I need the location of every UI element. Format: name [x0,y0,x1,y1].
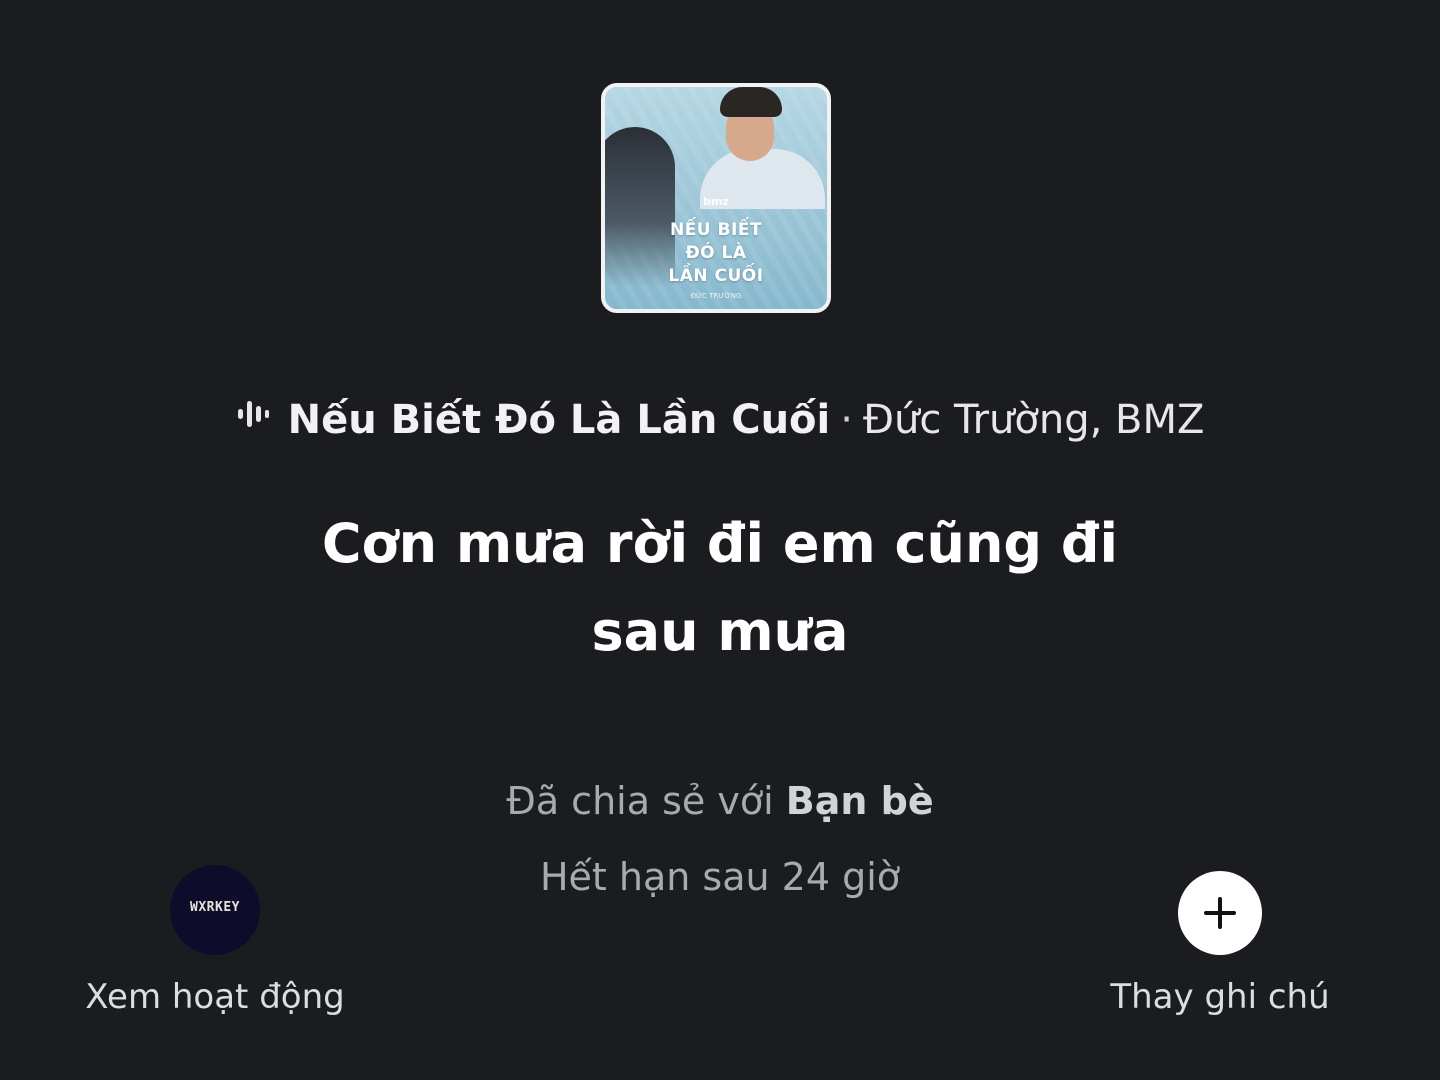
change-note-button[interactable]: Thay ghi chú [1080,871,1360,1019]
view-activity-button[interactable]: WXRKEY Xem hoạt động [60,865,370,1019]
shared-with-line[interactable]: Đã chia sẻ với Bạn bè [0,773,1440,829]
music-note-page: bmz NẾU BIẾT ĐÓ LÀ LẦN CUỐI ĐỨC TRƯỜNG Nếu… [0,0,1440,1080]
note-text: Cơn mưa rời đi em cũng đi sau mưa [321,512,1119,663]
album-art-hair [720,87,782,117]
shared-audience[interactable]: Bạn bè [786,779,934,823]
song-artists: Đức Trường, BMZ [862,397,1205,443]
avatar[interactable]: WXRKEY [170,865,260,955]
album-art-figure-right [700,87,825,209]
album-art-brand: bmz [703,195,729,208]
audio-equalizer-icon [236,390,270,446]
song-separator: · [840,397,853,443]
change-note-label: Thay ghi chú [1110,977,1330,1017]
song-title: Nếu Biết Đó Là Lần Cuối [287,397,831,443]
view-activity-label: Xem hoạt động [85,977,345,1017]
album-art-subtitle: ĐỨC TRƯỜNG [690,292,742,300]
album-art[interactable]: bmz NẾU BIẾT ĐÓ LÀ LẦN CUỐI ĐỨC TRƯỜNG [601,83,831,313]
song-info[interactable]: Nếu Biết Đó Là Lần Cuối · Đức Trường, BMZ [0,392,1440,448]
avatar-text: WXRKEY [190,900,240,915]
shared-with-prefix: Đã chia sẻ với [506,779,774,823]
album-art-title: NẾU BIẾT ĐÓ LÀ LẦN CUỐI [668,220,764,286]
plus-icon[interactable] [1178,871,1262,955]
